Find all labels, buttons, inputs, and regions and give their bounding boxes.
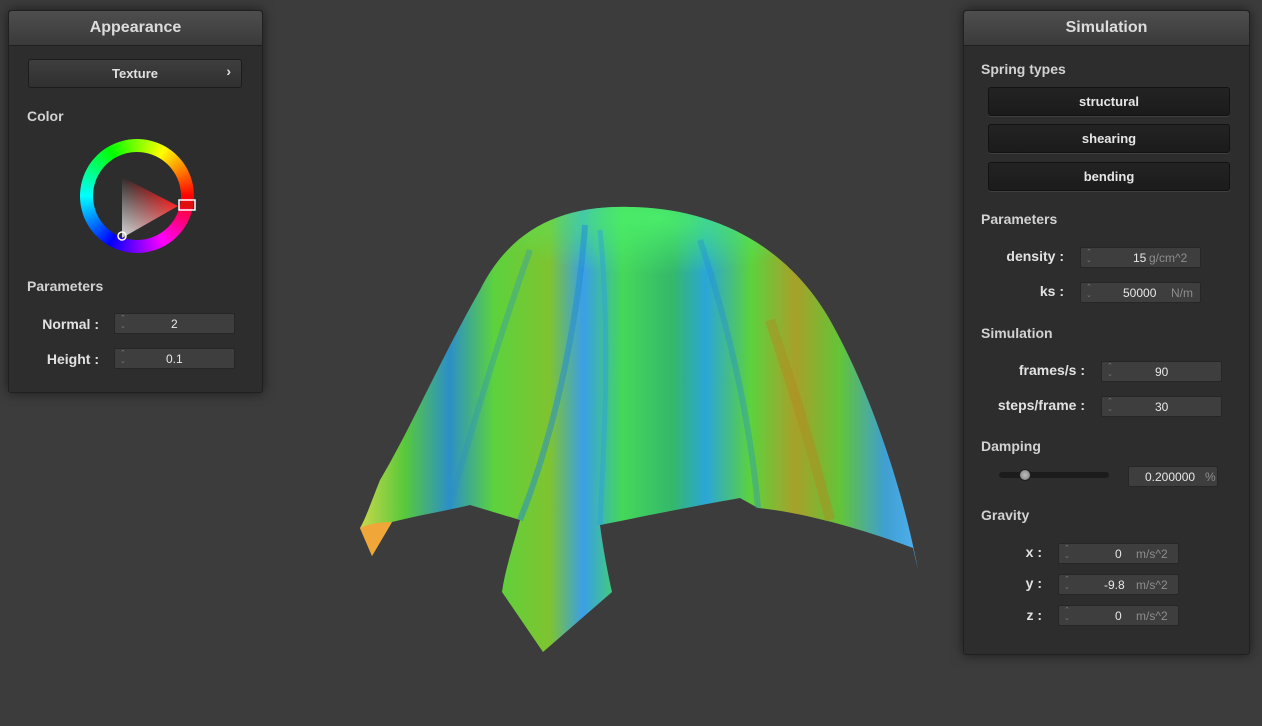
damping-slider-track: [999, 472, 1109, 478]
color-wheel[interactable]: [77, 136, 197, 256]
damping-slider-knob[interactable]: [1019, 469, 1031, 481]
gravity-z-unit: m/s^2: [1136, 609, 1168, 623]
appearance-params-label: Parameters: [27, 278, 104, 294]
ks-value: 50000: [1123, 286, 1157, 300]
steps-field[interactable]: ⌃ ⌄ 30: [1101, 396, 1222, 417]
fps-value: 90: [1155, 365, 1169, 379]
density-label: density :: [1006, 248, 1064, 264]
gravity-y-unit: m/s^2: [1136, 578, 1168, 592]
chevron-right-icon: ›: [226, 63, 231, 79]
spin-icon[interactable]: ⌃ ⌄: [1107, 363, 1115, 380]
gravity-x-label: x :: [1025, 544, 1042, 560]
fps-label: frames/s :: [1018, 362, 1085, 378]
spin-icon[interactable]: ⌃ ⌄: [1107, 398, 1115, 415]
gravity-y-label: y :: [1025, 575, 1042, 591]
spin-icon[interactable]: ⌃ ⌄: [1086, 249, 1094, 266]
cloth-mesh: [360, 206, 918, 653]
simulation-section-label: Simulation: [981, 325, 1053, 341]
spin-icon[interactable]: ⌃ ⌄: [1086, 284, 1094, 301]
damping-field[interactable]: 0.200000 %: [1128, 466, 1218, 487]
color-section-label: Color: [27, 108, 64, 124]
damping-label: Damping: [981, 438, 1041, 454]
texture-button-label: Texture: [112, 66, 158, 81]
steps-label: steps/frame :: [997, 397, 1085, 413]
texture-button[interactable]: Texture ›: [28, 59, 242, 88]
simulation-panel-title: Simulation: [964, 11, 1249, 46]
density-field[interactable]: ⌃ ⌄ 15 g/cm^2: [1080, 247, 1201, 268]
spin-icon[interactable]: ⌃ ⌄: [1064, 576, 1072, 593]
height-field[interactable]: ⌃ ⌄ 0.1: [114, 348, 235, 369]
normal-value: 2: [171, 317, 178, 331]
structural-button[interactable]: structural: [988, 87, 1230, 116]
spin-icon[interactable]: ⌃ ⌄: [1064, 607, 1072, 624]
steps-value: 30: [1155, 400, 1169, 414]
damping-slider[interactable]: [999, 469, 1109, 481]
normal-field[interactable]: ⌃ ⌄ 2: [114, 313, 235, 334]
damping-unit: %: [1205, 470, 1216, 484]
spin-icon[interactable]: ⌃ ⌄: [1064, 545, 1072, 562]
gravity-x-field[interactable]: ⌃ ⌄ 0 m/s^2: [1058, 543, 1179, 564]
normal-label: Normal :: [42, 316, 99, 332]
gravity-z-value: 0: [1115, 609, 1122, 623]
gravity-y-value: -9.8: [1104, 578, 1125, 592]
sim-params-label: Parameters: [981, 211, 1058, 227]
damping-value: 0.200000: [1145, 470, 1196, 484]
appearance-panel-title: Appearance: [9, 11, 262, 46]
height-label: Height :: [46, 351, 99, 367]
ks-unit: N/m: [1171, 286, 1193, 300]
ks-label: ks :: [1039, 283, 1064, 299]
simulation-panel: Simulation Spring types structural shear…: [963, 10, 1250, 655]
gravity-z-field[interactable]: ⌃ ⌄ 0 m/s^2: [1058, 605, 1179, 626]
bending-button[interactable]: bending: [988, 162, 1230, 191]
shearing-button[interactable]: shearing: [988, 124, 1230, 153]
density-unit: g/cm^2: [1149, 251, 1188, 265]
spin-icon[interactable]: ⌃ ⌄: [120, 315, 128, 332]
fps-field[interactable]: ⌃ ⌄ 90: [1101, 361, 1222, 382]
ks-field[interactable]: ⌃ ⌄ 50000 N/m: [1080, 282, 1201, 303]
spin-icon[interactable]: ⌃ ⌄: [120, 350, 128, 367]
gravity-z-label: z :: [1026, 607, 1042, 623]
gravity-label: Gravity: [981, 507, 1030, 523]
gravity-x-unit: m/s^2: [1136, 547, 1168, 561]
spring-types-label: Spring types: [981, 61, 1066, 77]
gravity-x-value: 0: [1115, 547, 1122, 561]
density-value: 15: [1133, 251, 1147, 265]
height-value: 0.1: [166, 352, 183, 366]
gravity-y-field[interactable]: ⌃ ⌄ -9.8 m/s^2: [1058, 574, 1179, 595]
appearance-panel: Appearance Texture › Color Parameters No…: [8, 10, 263, 393]
